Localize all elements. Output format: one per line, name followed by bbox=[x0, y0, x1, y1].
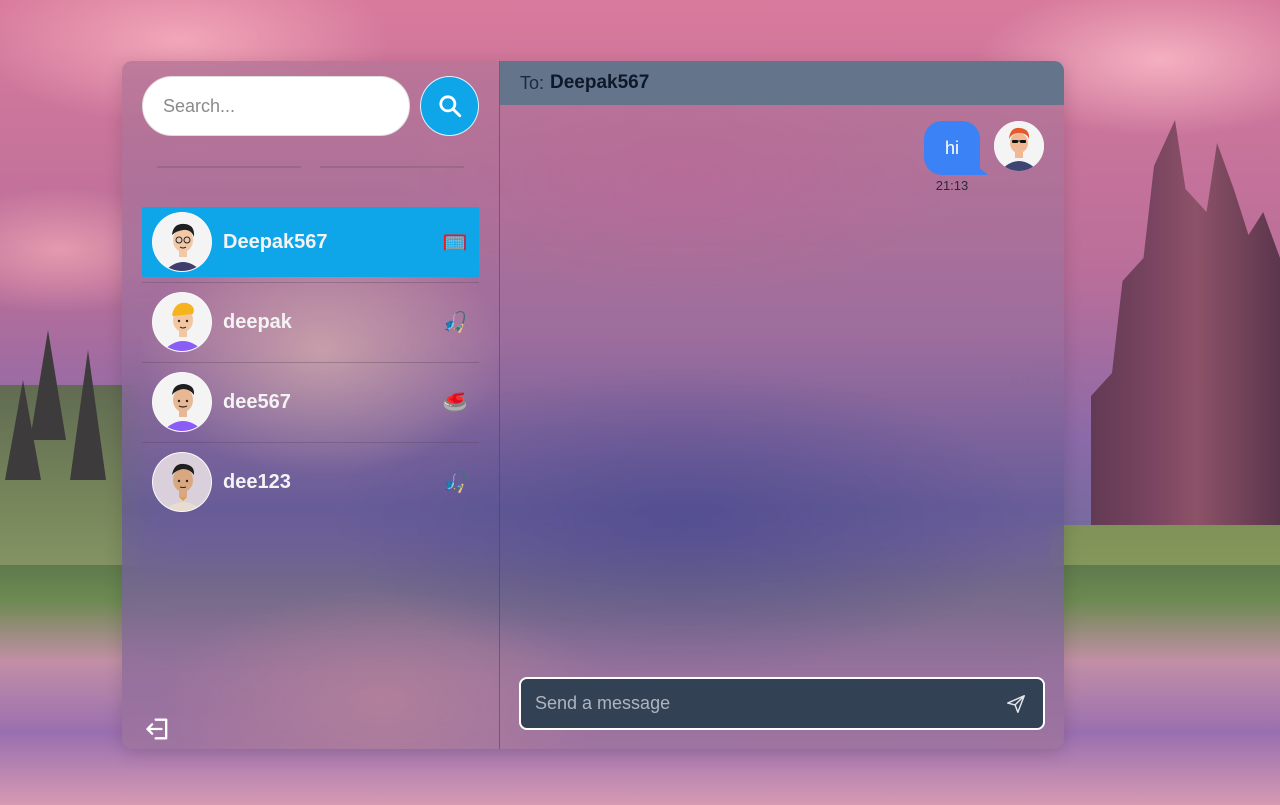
conversation-item[interactable]: dee123 🎣 bbox=[142, 447, 479, 517]
chat-app-window: Deepak567 🥅 deepa bbox=[122, 61, 1064, 749]
message-list: hi 21:13 bbox=[500, 105, 1064, 677]
message-row: hi 21:13 bbox=[520, 121, 1044, 193]
fishing-pole-icon: 🎣 bbox=[442, 311, 468, 334]
conversation-name: Deepak567 bbox=[223, 230, 328, 253]
chat-panel: To: Deepak567 hi 21:13 bbox=[500, 61, 1064, 749]
curling-stone-icon: 🥌 bbox=[442, 391, 468, 414]
conversation-name: dee123 bbox=[223, 470, 291, 493]
avatar bbox=[152, 212, 212, 272]
conversation-item[interactable]: deepak 🎣 bbox=[142, 287, 479, 357]
avatar bbox=[152, 292, 212, 352]
search-bar bbox=[142, 76, 479, 136]
divider-line bbox=[157, 166, 301, 168]
background-tree bbox=[5, 380, 41, 480]
message-time: 21:13 bbox=[935, 178, 969, 193]
recipient-name: Deepak567 bbox=[550, 72, 650, 93]
logout-button[interactable] bbox=[144, 715, 172, 743]
background-hillside bbox=[0, 385, 140, 605]
divider-line bbox=[320, 166, 464, 168]
list-separator bbox=[142, 362, 479, 363]
sidebar: Deepak567 🥅 deepa bbox=[122, 61, 500, 749]
fishing-pole-icon: 🎣 bbox=[442, 471, 468, 494]
logout-icon bbox=[146, 718, 168, 740]
conversation-name: dee567 bbox=[223, 390, 291, 413]
chat-header: To: Deepak567 bbox=[500, 61, 1064, 105]
avatar bbox=[152, 372, 212, 432]
background-shore bbox=[1050, 525, 1280, 625]
conversation-name: deepak bbox=[223, 310, 292, 333]
message-composer bbox=[500, 677, 1064, 749]
message: hi 21:13 bbox=[924, 121, 988, 193]
recipient-label: To: bbox=[520, 72, 545, 93]
search-icon bbox=[438, 95, 461, 118]
composer-box bbox=[519, 677, 1045, 730]
conversation-item[interactable]: dee567 🥌 bbox=[142, 367, 479, 437]
goal-net-icon: 🥅 bbox=[442, 231, 468, 254]
sidebar-divider bbox=[142, 166, 479, 168]
background-tree bbox=[70, 350, 106, 480]
message-input[interactable] bbox=[535, 693, 1003, 714]
search-button[interactable] bbox=[420, 76, 479, 136]
search-input[interactable] bbox=[142, 76, 410, 136]
message-bubble: hi bbox=[924, 121, 988, 175]
list-separator bbox=[142, 442, 479, 443]
send-icon bbox=[1007, 694, 1025, 713]
sender-avatar bbox=[994, 121, 1044, 171]
background-castle bbox=[1091, 120, 1280, 580]
conversation-item[interactable]: Deepak567 🥅 bbox=[142, 207, 479, 277]
avatar bbox=[152, 452, 212, 512]
conversation-list: Deepak567 🥅 deepak 🎣 dee567 🥌 dee123 🎣 bbox=[142, 207, 479, 517]
list-separator bbox=[142, 282, 479, 283]
send-button[interactable] bbox=[1003, 691, 1029, 717]
background-tree bbox=[30, 330, 66, 440]
